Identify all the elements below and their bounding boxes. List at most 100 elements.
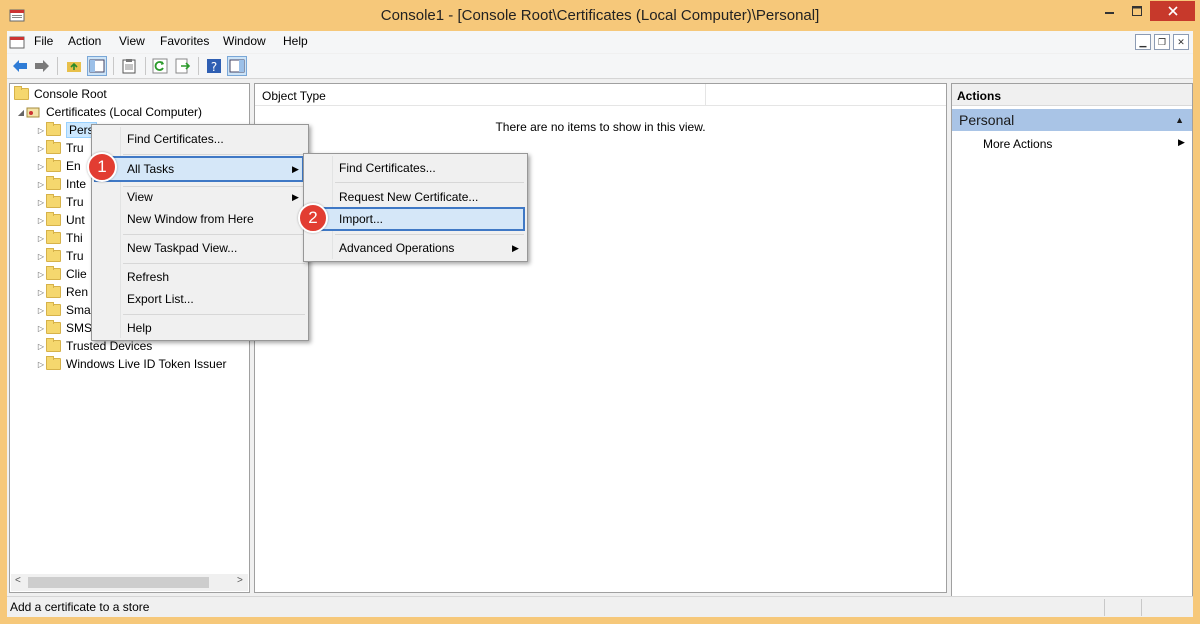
tree-item-windows-live-id[interactable]: ▷ Windows Live ID Token Issuer xyxy=(36,355,227,373)
folder-icon xyxy=(46,122,61,136)
menu-item-label: Import... xyxy=(339,212,384,226)
ctx-new-taskpad[interactable]: New Taskpad View... xyxy=(94,237,306,259)
menu-item-label: Export List... xyxy=(127,292,194,306)
show-hide-tree-button[interactable] xyxy=(87,56,107,76)
menu-item-label: Find Certificates... xyxy=(127,132,224,146)
actions-pane: Actions Personal ▲ More Actions ▶ xyxy=(951,83,1193,617)
tree-horizontal-scrollbar[interactable]: < > xyxy=(11,574,248,591)
tree-item-label: Inte xyxy=(66,177,87,191)
sub-advanced-operations[interactable]: Advanced Operations ▶ xyxy=(306,237,525,259)
ctx-find-certificates[interactable]: Find Certificates... xyxy=(94,128,306,150)
column-divider[interactable] xyxy=(705,84,706,106)
scrollbar-thumb[interactable] xyxy=(28,577,209,588)
expand-arrow-icon[interactable]: ▷ xyxy=(36,180,46,189)
collapse-up-icon[interactable]: ▲ xyxy=(1175,115,1184,125)
console-menu-icon[interactable] xyxy=(9,34,25,50)
expand-arrow-icon[interactable]: ▷ xyxy=(36,324,46,333)
tree-item-folder[interactable]: ▷ Ren xyxy=(36,283,88,301)
expand-arrow-icon[interactable]: ▷ xyxy=(36,126,46,135)
expand-arrow-icon[interactable]: ▷ xyxy=(36,270,46,279)
help-button[interactable]: ? xyxy=(204,56,224,76)
ctx-help[interactable]: Help xyxy=(94,317,306,339)
more-actions-link[interactable]: More Actions xyxy=(983,137,1052,151)
tree-item-label: Tru xyxy=(66,195,84,209)
mmc-window: Console1 - [Console Root\Certificates (L… xyxy=(0,0,1200,624)
expand-arrow-icon[interactable]: ▷ xyxy=(36,342,46,351)
menu-separator xyxy=(335,234,524,235)
tree-item-folder[interactable]: ▷ Tru xyxy=(36,139,84,157)
tree-item-folder[interactable]: ▷ SMS xyxy=(36,319,92,337)
ctx-all-tasks[interactable]: All Tasks ▶ xyxy=(94,156,304,182)
tree-item-folder[interactable]: ▷ Sma xyxy=(36,301,91,319)
tree-item-label: SMS xyxy=(66,321,93,335)
expand-arrow-icon[interactable]: ▷ xyxy=(36,162,46,171)
mdi-close-button[interactable]: ✕ xyxy=(1173,34,1189,50)
menu-window[interactable]: Window xyxy=(223,34,266,48)
folder-icon xyxy=(14,86,29,100)
action-pane-icon xyxy=(229,59,245,73)
submenu-arrow-icon: ▶ xyxy=(292,163,299,174)
expand-arrow-icon[interactable]: ▷ xyxy=(36,360,46,369)
menu-item-label: Help xyxy=(127,321,152,335)
sub-find-certificates[interactable]: Find Certificates... xyxy=(306,157,525,179)
mdi-minimize-button[interactable]: ▁ xyxy=(1135,34,1151,50)
scroll-right-icon[interactable]: > xyxy=(237,575,243,586)
ctx-export-list[interactable]: Export List... xyxy=(94,288,306,310)
maximize-button[interactable] xyxy=(1124,1,1150,21)
close-icon xyxy=(1167,6,1178,16)
menu-separator xyxy=(123,314,305,315)
sub-request-new-certificate[interactable]: Request New Certificate... xyxy=(306,186,525,208)
actions-section-personal[interactable]: Personal ▲ xyxy=(952,109,1192,131)
expand-arrow-icon[interactable]: ▷ xyxy=(36,234,46,243)
mdi-restore-button[interactable]: ❐ xyxy=(1154,34,1170,50)
column-object-type[interactable]: Object Type xyxy=(262,89,326,103)
expand-arrow-icon[interactable]: ▷ xyxy=(36,306,46,315)
tree-item-certificates[interactable]: ◢ Certificates (Local Computer) xyxy=(16,103,202,121)
ctx-view[interactable]: View ▶ xyxy=(94,186,306,208)
tree-item-folder[interactable]: ▷ Inte xyxy=(36,175,86,193)
menu-favorites[interactable]: Favorites xyxy=(160,34,209,48)
expand-arrow-icon[interactable]: ▷ xyxy=(36,216,46,225)
menu-item-label: Advanced Operations xyxy=(339,241,455,255)
column-header[interactable]: Object Type xyxy=(255,84,946,106)
folder-icon xyxy=(46,302,61,316)
properties-button[interactable] xyxy=(119,56,139,76)
menu-item-label: View xyxy=(127,190,153,204)
minimize-button[interactable] xyxy=(1097,1,1123,21)
clipboard-icon xyxy=(122,59,136,74)
forward-button[interactable] xyxy=(32,56,52,76)
tree-item-label: Certificates (Local Computer) xyxy=(46,105,203,119)
refresh-button[interactable] xyxy=(150,56,170,76)
export-list-button[interactable] xyxy=(173,56,193,76)
ctx-new-window[interactable]: New Window from Here xyxy=(94,208,306,230)
back-button[interactable] xyxy=(10,56,30,76)
expand-arrow-icon[interactable]: ▷ xyxy=(36,198,46,207)
certificate-snapin-icon xyxy=(26,107,40,118)
step-badge-2: 2 xyxy=(298,203,328,233)
expand-arrow-icon[interactable]: ▷ xyxy=(36,288,46,297)
up-one-level-button[interactable] xyxy=(64,56,84,76)
folder-icon xyxy=(46,248,61,262)
tree-item-folder[interactable]: ▷ Unt xyxy=(36,211,85,229)
tree-item-console-root[interactable]: Console Root xyxy=(14,85,107,103)
show-hide-action-pane-button[interactable] xyxy=(227,56,247,76)
menu-file[interactable]: File xyxy=(34,34,53,48)
menu-view[interactable]: View xyxy=(119,34,145,48)
close-button[interactable] xyxy=(1150,1,1195,21)
ctx-refresh[interactable]: Refresh xyxy=(94,266,306,288)
menu-help[interactable]: Help xyxy=(283,34,308,48)
collapse-arrow-icon[interactable]: ◢ xyxy=(16,108,26,117)
tree-item-folder[interactable]: ▷ Clie xyxy=(36,265,87,283)
expand-arrow-icon[interactable]: ▷ xyxy=(36,144,46,153)
tree-item-folder[interactable]: ▷ Tru xyxy=(36,247,84,265)
expand-arrow-icon[interactable]: ▷ xyxy=(36,252,46,261)
status-text: Add a certificate to a store xyxy=(10,600,150,614)
sub-import[interactable]: Import... xyxy=(306,207,525,231)
tree-item-personal[interactable]: ▷ Pers xyxy=(36,121,97,139)
menu-action[interactable]: Action xyxy=(68,34,101,48)
scroll-left-icon[interactable]: < xyxy=(15,575,21,586)
tree-item-folder[interactable]: ▷ En xyxy=(36,157,81,175)
tree-item-folder[interactable]: ▷ Thi xyxy=(36,229,83,247)
tree-item-folder[interactable]: ▷ Tru xyxy=(36,193,84,211)
menu-item-label: New Window from Here xyxy=(127,212,254,226)
